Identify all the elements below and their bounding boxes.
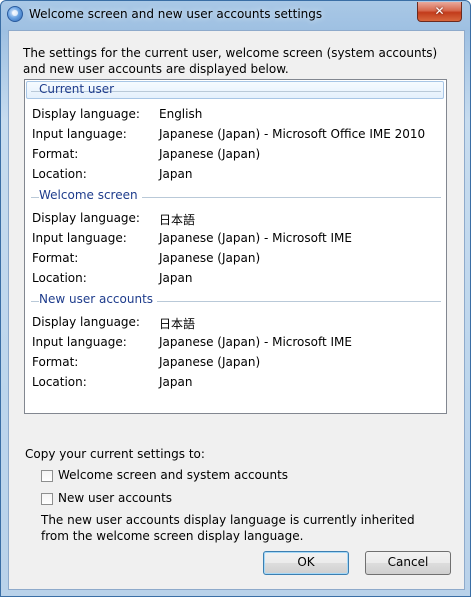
row-label: Display language: [32, 107, 140, 121]
welcome-screen-checkbox[interactable] [41, 470, 53, 482]
window-title: Welcome screen and new user accounts set… [29, 7, 323, 21]
settings-row: Location: Japan [32, 375, 442, 391]
title-bar[interactable]: Welcome screen and new user accounts set… [1, 1, 470, 29]
row-label: Location: [32, 271, 87, 285]
settings-row: Display language: English [32, 107, 442, 123]
new-user-accounts-checkbox[interactable] [41, 493, 53, 505]
row-value: Japan [159, 375, 193, 389]
inheritance-note: The new user accounts display language i… [41, 513, 415, 543]
settings-row: Format: Japanese (Japan) [32, 251, 442, 267]
welcome-screen-header: Welcome screen [31, 188, 441, 204]
row-label: Format: [32, 355, 79, 369]
row-label: Format: [32, 251, 79, 265]
settings-row: Input language: Japanese (Japan) - Micro… [32, 231, 442, 247]
row-value: Japanese (Japan) [159, 147, 261, 161]
row-label: Display language: [32, 211, 140, 225]
globe-icon [7, 6, 23, 22]
new-user-accounts-checkbox-label[interactable]: New user accounts [58, 491, 172, 505]
settings-row: Location: Japan [32, 167, 442, 183]
new-user-accounts-header: New user accounts [31, 292, 441, 308]
section-title: Welcome screen [39, 188, 142, 202]
copy-settings-label: Copy your current settings to: [25, 447, 205, 461]
settings-panel: Current user Display language: English I… [24, 79, 447, 414]
row-value: Japanese (Japan) [159, 355, 261, 369]
row-value: Japanese (Japan) - Microsoft IME [159, 231, 352, 245]
row-label: Input language: [32, 231, 127, 245]
welcome-screen-checkbox-label[interactable]: Welcome screen and system accounts [58, 468, 288, 482]
row-value: Japanese (Japan) - Microsoft IME [159, 335, 352, 349]
current-user-header: Current user [31, 82, 441, 98]
row-label: Location: [32, 375, 87, 389]
row-value: 日本語 [159, 317, 196, 331]
settings-row: Format: Japanese (Japan) [32, 355, 442, 371]
row-label: Display language: [32, 315, 140, 329]
row-label: Input language: [32, 127, 127, 141]
row-value: English [159, 107, 203, 121]
row-value: Japan [159, 271, 193, 285]
intro-text: The settings for the current user, welco… [23, 46, 438, 76]
row-label: Format: [32, 147, 79, 161]
settings-row: Display language: 日本語 [32, 315, 442, 331]
row-value: Japan [159, 167, 193, 181]
row-value: 日本語 [159, 213, 196, 227]
dialog-window: Welcome screen and new user accounts set… [0, 0, 471, 597]
row-label: Location: [32, 167, 87, 181]
section-title: New user accounts [39, 292, 158, 306]
row-value: Japanese (Japan) [159, 251, 261, 265]
settings-row: Location: Japan [32, 271, 442, 287]
cancel-button[interactable]: Cancel [365, 551, 451, 575]
section-title: Current user [39, 82, 115, 96]
settings-row: Input language: Japanese (Japan) - Micro… [32, 335, 442, 351]
settings-row: Input language: Japanese (Japan) - Micro… [32, 127, 442, 143]
ok-button[interactable]: OK [263, 551, 349, 575]
settings-row: Display language: 日本語 [32, 211, 442, 227]
settings-row: Format: Japanese (Japan) [32, 147, 442, 163]
close-button[interactable]: ✕ [417, 2, 462, 22]
row-label: Input language: [32, 335, 127, 349]
row-value: Japanese (Japan) - Microsoft Office IME … [159, 127, 426, 141]
dialog-body: The settings for the current user, welco… [8, 30, 465, 590]
